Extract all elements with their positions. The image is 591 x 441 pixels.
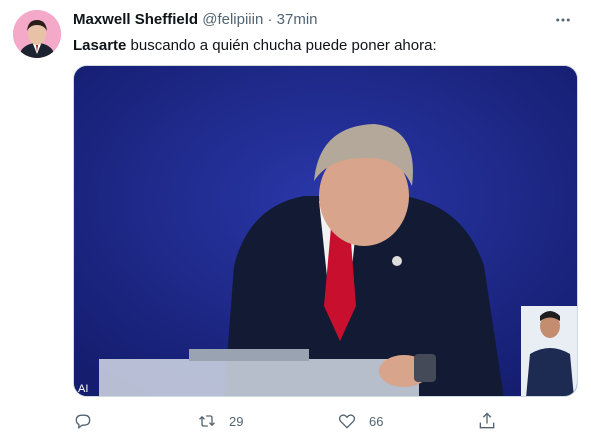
media-overlay-text: AI [78,383,88,395]
author-name[interactable]: Maxwell Sheffield [73,11,198,28]
reply-icon [75,414,91,429]
share-button[interactable] [477,406,497,436]
tweet-text-bold: Lasarte [73,37,127,54]
tweet-text-rest: buscando a quién chucha puede poner ahor… [126,37,437,54]
avatar[interactable] [13,10,61,58]
share-icon [479,412,495,429]
tweet-media[interactable]: AI [73,65,578,397]
tweet-card[interactable]: Maxwell Sheffield @felipiiin · 37min Las… [0,0,591,441]
reply-button[interactable] [73,406,105,436]
more-horizontal-icon [556,18,570,22]
heart-icon [338,414,356,429]
separator-dot: · [267,11,273,28]
avatar-image [13,10,61,58]
retweet-count: 29 [229,413,244,429]
retweet-button[interactable]: 29 [197,406,243,436]
like-button[interactable]: 66 [337,406,383,436]
like-count: 66 [369,413,384,429]
media-image: AI [74,66,577,396]
tweet-text: Lasarte buscando a quién chucha puede po… [73,36,573,56]
retweet-icon [199,415,215,427]
author-handle[interactable]: @felipiiin [202,11,263,28]
tweet-actions: 29 66 [73,406,513,436]
timestamp[interactable]: 37min [277,11,318,28]
tweet-header: Maxwell Sheffield @felipiiin · 37min [73,10,513,30]
more-options-button[interactable] [551,8,575,32]
